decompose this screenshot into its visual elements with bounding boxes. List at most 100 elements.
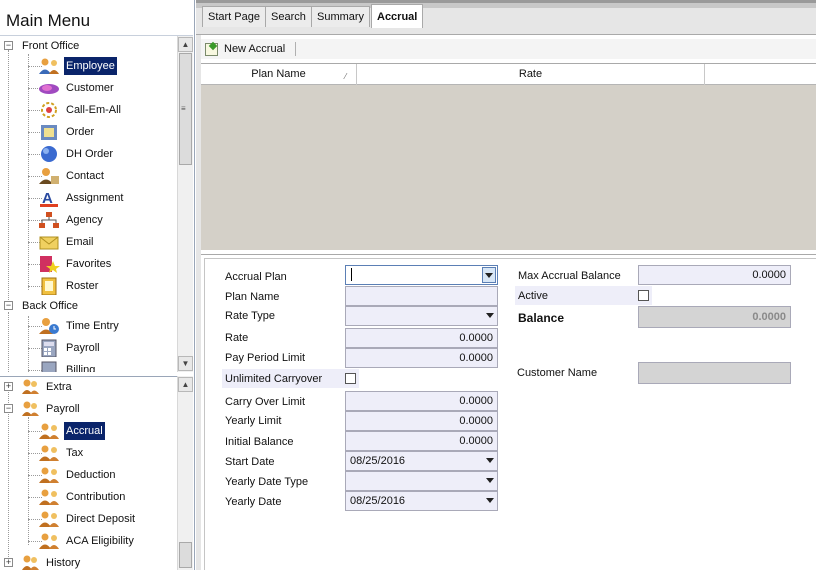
menu-item-label: Email <box>66 236 94 248</box>
agency-icon <box>38 211 60 229</box>
dropdown-button[interactable] <box>482 267 496 283</box>
contact-icon <box>38 167 60 185</box>
balance-label: Balance <box>518 311 565 325</box>
plan-name-label: Plan Name <box>225 291 280 303</box>
scroll-down-icon[interactable]: ▼ <box>178 356 193 371</box>
new-accrual-button[interactable]: New Accrual <box>202 40 289 58</box>
menu-item-label: Direct Deposit <box>66 513 136 525</box>
customer-icon <box>38 79 60 97</box>
menu-item-label: Agency <box>66 214 103 226</box>
grip-icon: ≡ <box>181 104 186 113</box>
people-icon <box>38 532 60 550</box>
scroll-thumb[interactable] <box>179 542 192 568</box>
carry-over-limit-label: Carry Over Limit <box>225 396 306 408</box>
expand-icon[interactable]: + <box>4 558 13 567</box>
payroll-label: Payroll <box>46 403 80 415</box>
dh-order-icon <box>38 145 60 163</box>
tab-summary[interactable]: Summary <box>311 6 371 27</box>
rate-label: Rate <box>225 332 249 344</box>
column-header-plan-name[interactable]: Plan Name ⁄ <box>201 64 357 85</box>
favorites-icon <box>38 255 60 273</box>
column-header-blank <box>705 64 816 85</box>
accrual-detail-form: Accrual Plan Plan Name Rate Type Rate 0.… <box>201 254 816 570</box>
main-menu-panel: Main Menu − Front Office Employee Custome… <box>0 0 195 570</box>
extra-label: Extra <box>46 381 72 393</box>
rate-type-dropdown[interactable] <box>345 306 498 326</box>
accrual-plan-dropdown[interactable] <box>345 265 498 285</box>
collapse-icon[interactable]: − <box>4 301 13 310</box>
menu-tree-top: − Front Office Employee Customer Call-Em-A… <box>0 36 177 372</box>
yearly-date-type-label: Yearly Date Type <box>225 476 309 488</box>
pay-period-limit-field[interactable]: 0.0000 <box>345 348 498 368</box>
start-date-picker[interactable]: 08/25/2016 <box>345 451 498 471</box>
tab-search[interactable]: Search <box>265 6 312 27</box>
yearly-date-type-dropdown[interactable] <box>345 471 498 491</box>
people-icon <box>20 378 40 396</box>
customer-name-field <box>638 362 791 384</box>
initial-balance-label: Initial Balance <box>225 436 294 448</box>
tab-start-page[interactable]: Start Page <box>202 6 266 27</box>
menu-tree-bottom: + Extra − Payroll Accrual Tax Deduction Con… <box>0 376 177 570</box>
menu-bottom-scrollbar[interactable]: ▲ <box>177 376 193 570</box>
people-icon <box>38 488 60 506</box>
people-icon <box>38 444 60 462</box>
front-office-label: Front Office <box>22 40 80 52</box>
active-label: Active <box>518 290 548 302</box>
order-icon <box>38 123 60 141</box>
rate-type-label: Rate Type <box>225 310 275 322</box>
time-entry-icon <box>38 317 60 335</box>
accrual-toolbar: New Accrual <box>201 39 816 59</box>
scroll-up-icon[interactable]: ▲ <box>178 37 193 52</box>
tab-accrual[interactable]: Accrual <box>371 4 424 28</box>
menu-item-label: DH Order <box>66 148 114 160</box>
yearly-date-picker[interactable]: 08/25/2016 <box>345 491 498 511</box>
scroll-up-icon[interactable]: ▲ <box>178 377 193 392</box>
menu-item-label: Assignment <box>66 192 124 204</box>
sort-icon: ⁄ <box>345 72 347 81</box>
chevron-down-icon <box>485 273 493 278</box>
menu-item-label: Employee <box>64 57 117 75</box>
carry-over-limit-field[interactable]: 0.0000 <box>345 391 498 411</box>
menu-item-label: Billing <box>66 364 96 372</box>
accrual-grid[interactable]: Plan Name ⁄ Rate <box>201 63 816 250</box>
pay-period-limit-label: Pay Period Limit <box>225 352 306 364</box>
employee-icon <box>38 57 60 75</box>
menu-item-label: Tax <box>66 447 84 459</box>
menu-item-label: Roster <box>66 280 99 292</box>
collapse-icon[interactable]: − <box>4 404 13 413</box>
menu-item-label: Contribution <box>66 491 126 503</box>
yearly-date-label: Yearly Date <box>225 496 282 508</box>
expand-icon[interactable]: + <box>4 382 13 391</box>
text-caret <box>351 268 352 281</box>
customer-name-label: Customer Name <box>517 367 598 379</box>
menu-item-label: Time Entry <box>66 320 119 332</box>
active-checkbox[interactable] <box>638 290 649 301</box>
menu-item-label: Accrual <box>64 422 105 440</box>
top-border <box>196 0 816 3</box>
assignment-icon: A <box>38 189 60 207</box>
collapse-icon[interactable]: − <box>4 41 13 50</box>
plan-name-field[interactable] <box>345 286 498 306</box>
chevron-down-icon <box>486 478 494 483</box>
column-header-rate[interactable]: Rate <box>357 64 705 85</box>
max-accrual-balance-label: Max Accrual Balance <box>518 270 621 282</box>
max-accrual-balance-field[interactable]: 0.0000 <box>638 265 791 285</box>
call-em-all-icon <box>38 101 60 119</box>
yearly-limit-field[interactable]: 0.0000 <box>345 411 498 431</box>
chevron-down-icon <box>486 313 494 318</box>
menu-item-label: Contact <box>66 170 104 182</box>
rate-field[interactable]: 0.0000 <box>345 328 498 348</box>
toolbar-separator <box>295 42 296 56</box>
menu-item-label: Deduction <box>66 469 116 481</box>
unlimited-carryover-label: Unlimited Carryover <box>225 373 323 385</box>
initial-balance-field[interactable]: 0.0000 <box>345 431 498 451</box>
menu-item-label: ACA Eligibility <box>66 535 134 547</box>
form-group-box <box>204 258 816 570</box>
payroll-icon <box>38 339 60 358</box>
people-icon <box>20 400 40 418</box>
menu-top-scrollbar[interactable]: ▲ ≡ ▼ <box>177 36 193 372</box>
balance-field: 0.0000 <box>638 306 791 328</box>
unlimited-carryover-checkbox[interactable] <box>345 373 356 384</box>
new-item-icon <box>205 43 218 56</box>
grid-header: Plan Name ⁄ Rate <box>201 64 816 85</box>
